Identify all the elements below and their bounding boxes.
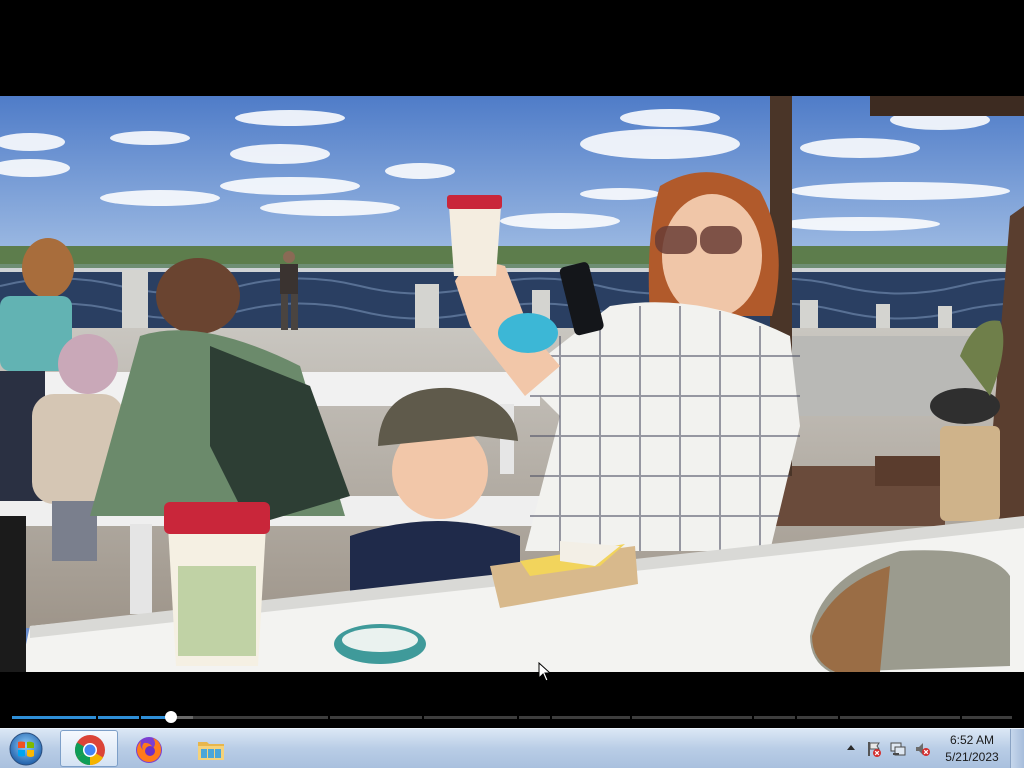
show-desktop-button[interactable] — [1010, 729, 1024, 768]
video-player[interactable] — [0, 0, 1024, 728]
taskbar-chrome-button[interactable] — [60, 730, 118, 767]
front-coffee-cup — [164, 502, 270, 666]
show-hidden-icons-icon[interactable] — [845, 741, 857, 755]
clock-date: 5/21/2023 — [945, 750, 999, 764]
seek-chapter-marker — [422, 716, 424, 719]
seek-chapter-marker — [96, 716, 98, 719]
volume-muted-icon[interactable] — [914, 741, 930, 757]
seek-chapter-marker — [960, 716, 962, 719]
chrome-icon — [74, 735, 105, 766]
seek-thumb[interactable] — [165, 711, 177, 723]
network-icon[interactable] — [890, 741, 906, 757]
folder-icon — [198, 742, 224, 760]
seek-chapter-marker — [550, 716, 552, 719]
seek-chapter-marker — [752, 716, 754, 719]
seek-chapter-marker — [139, 716, 141, 719]
taskbar: 6:52 AM 5/21/2023 — [0, 728, 1024, 768]
firefox-icon — [136, 737, 162, 763]
seek-chapter-marker — [795, 716, 797, 719]
player-controls — [0, 672, 1024, 728]
seek-bar[interactable] — [12, 716, 1012, 719]
teal-jar — [334, 624, 426, 664]
video-scene — [0, 96, 1024, 672]
seek-chapter-marker — [328, 716, 330, 719]
seek-chapter-marker — [838, 716, 840, 719]
taskbar-firefox-button[interactable] — [120, 730, 178, 767]
raised-coffee-cup — [447, 195, 502, 276]
mouse-cursor-icon — [538, 662, 552, 682]
action-center-flag-icon[interactable] — [866, 741, 882, 757]
windows-start-orb-icon[interactable] — [6, 731, 46, 767]
video-frame[interactable] — [0, 96, 1024, 672]
taskbar-explorer-button[interactable] — [182, 730, 240, 767]
clock-time: 6:52 AM — [949, 733, 995, 747]
seek-chapter-marker — [517, 716, 519, 719]
taskbar-clock[interactable]: 6:52 AM 5/21/2023 — [936, 732, 1008, 766]
seek-chapter-marker — [630, 716, 632, 719]
seek-played — [12, 716, 171, 719]
